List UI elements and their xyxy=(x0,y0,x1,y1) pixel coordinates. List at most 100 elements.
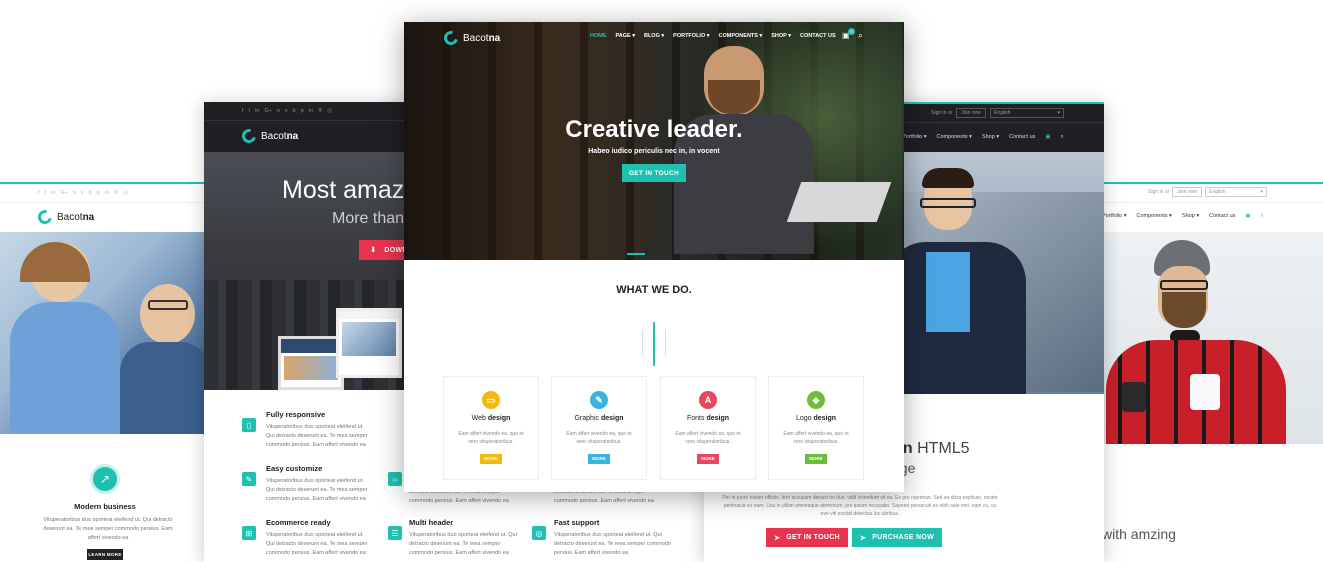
feature-title: Ecommerce ready xyxy=(266,518,331,527)
more-button[interactable]: MORE xyxy=(805,454,827,464)
search-icon[interactable]: ⌕ xyxy=(1061,134,1064,141)
join-now-button[interactable]: Join now xyxy=(1172,187,1202,197)
twitter-icon[interactable]: t xyxy=(45,190,47,196)
download-icon: ⬇ xyxy=(370,247,377,254)
nav-shop[interactable]: SHOP ▾ xyxy=(771,33,791,39)
sign-in-link[interactable]: Sign in or xyxy=(931,110,952,116)
facebook-icon[interactable]: f xyxy=(38,190,40,196)
section-divider xyxy=(642,322,666,366)
nav-portfolio[interactable]: PORTFOLIO ▾ xyxy=(673,33,709,39)
get-in-touch-button[interactable]: ➤ GET IN TOUCH xyxy=(766,528,848,547)
nav-contact[interactable]: Contact us xyxy=(1209,213,1235,220)
cart-icon[interactable]: ▣ xyxy=(1045,134,1050,141)
google-plus-icon[interactable]: G+ xyxy=(60,190,68,196)
slider-indicator[interactable] xyxy=(627,253,645,255)
feature-text: Vituperatoribus duo oporteat eleifend ut… xyxy=(554,532,671,556)
vimeo-icon[interactable]: v xyxy=(285,108,288,114)
get-in-touch-button[interactable]: GET IN TOUCH xyxy=(622,164,686,182)
nav-page[interactable]: PAGE ▾ xyxy=(616,33,635,39)
feature-text: Vituperatoribus duo oporteat eleifend ut… xyxy=(266,424,368,448)
pencil-icon: ✎ xyxy=(590,391,608,409)
mockup-devices xyxy=(278,304,408,390)
pinterest-icon[interactable]: p xyxy=(301,108,304,114)
nav-components[interactable]: Components ▾ xyxy=(1136,213,1171,220)
brand-logo[interactable]: Bacotna xyxy=(35,207,95,227)
modern-business-text: Vituperatoribus duo oporteat eleifend ut… xyxy=(43,517,173,541)
brand-logo-icon xyxy=(239,126,259,146)
twitter-icon[interactable]: t xyxy=(249,108,251,114)
service-text: Eam affert vivendo ea, quo et vero vitup… xyxy=(675,431,741,445)
service-text: Eam affert vivendo ea, quo et vero vitup… xyxy=(566,431,632,445)
vimeo-icon[interactable]: v xyxy=(81,190,84,196)
send-icon: ➤ xyxy=(774,534,781,542)
feature-item: ✎ Easy customize Vituperatoribus duo opo… xyxy=(242,464,372,504)
instagram-icon[interactable]: in xyxy=(309,108,313,114)
google-plus-icon[interactable]: G+ xyxy=(264,108,272,114)
center-page-preview: Bacotna HOME PAGE ▾ BLOG ▾ PORTFOLIO ▾ C… xyxy=(404,22,904,492)
join-now-button[interactable]: Join now xyxy=(956,108,986,118)
nav-components[interactable]: COMPONENTS ▾ xyxy=(719,33,763,39)
brand-logo[interactable]: Bacotna xyxy=(441,28,500,48)
brand-name-second: na xyxy=(82,211,95,223)
creative-leader-hero: Bacotna HOME PAGE ▾ BLOG ▾ PORTFOLIO ▾ C… xyxy=(404,22,904,260)
nav-portfolio[interactable]: Portfolio ▾ xyxy=(902,134,926,141)
behance-icon[interactable]: b xyxy=(293,108,296,114)
brand-name-first: Bacot xyxy=(463,32,489,44)
language-value: English xyxy=(994,110,1011,116)
right-page-preview: Sign in or Join now English ▾ Portfolio ▾… xyxy=(1086,182,1323,562)
nav-contact[interactable]: Contact us xyxy=(1009,134,1035,141)
nav-components[interactable]: Components ▾ xyxy=(936,134,971,141)
service-title-second: design xyxy=(600,415,624,422)
behance-icon[interactable]: b xyxy=(89,190,92,196)
nav-shop[interactable]: Shop ▾ xyxy=(982,134,999,141)
rss-icon[interactable]: ◎ xyxy=(123,190,128,196)
nav-blog[interactable]: BLOG ▾ xyxy=(644,33,664,39)
service-title-second: design xyxy=(706,415,729,422)
cart-icon[interactable]: ▣ 0 xyxy=(842,28,855,40)
brand-logo-icon xyxy=(35,207,55,227)
linkedin-icon[interactable]: in xyxy=(255,108,259,114)
support-icon: ◎ xyxy=(532,526,546,540)
learn-more-button[interactable]: LEARN MORE xyxy=(87,549,123,560)
mobile-icon: ▯ xyxy=(242,418,256,432)
sign-in-link[interactable]: Sign in or xyxy=(1148,189,1169,195)
language-select[interactable]: English ▾ xyxy=(990,108,1064,118)
language-select[interactable]: English ▾ xyxy=(1205,187,1267,197)
service-card-web: ▭ Web design Eam affert vivendo ea, quo … xyxy=(443,376,539,480)
brand-logo[interactable]: Bacotna xyxy=(239,126,298,146)
modern-business-icon: ↗ xyxy=(90,464,120,494)
nav-contact[interactable]: CONTACT US xyxy=(800,33,836,39)
linkedin-icon[interactable]: in xyxy=(51,190,55,196)
hero-title: Creative leader. xyxy=(565,116,743,143)
feature-text: Vituperatoribus duo oporteat eleifend ut… xyxy=(266,532,368,556)
rss-icon[interactable]: ◎ xyxy=(327,108,332,114)
service-title-first: Logo xyxy=(795,415,814,422)
service-card-graphic: ✎ Graphic design Eam affert vivendo ea, … xyxy=(551,376,647,480)
youtube-icon[interactable]: o xyxy=(277,108,280,114)
more-button[interactable]: MORE xyxy=(697,454,719,464)
more-button[interactable]: MORE xyxy=(480,454,502,464)
instagram-icon[interactable]: in xyxy=(105,190,109,196)
cart-count-badge: 0 xyxy=(848,28,855,35)
service-title: Graphic design xyxy=(552,415,646,422)
search-icon[interactable]: ⌕ xyxy=(858,30,863,41)
brand-logo-icon xyxy=(441,28,461,48)
more-button[interactable]: MORE xyxy=(588,454,610,464)
hero-bottom-text: with amzing xyxy=(1102,526,1176,542)
hero-subtitle: More than xyxy=(332,210,405,227)
search-icon[interactable]: ⌕ xyxy=(1261,213,1264,220)
youtube-icon[interactable]: o xyxy=(73,190,76,196)
nav-portfolio[interactable]: Portfolio ▾ xyxy=(1102,213,1126,220)
section-title: WHAT WE DO. xyxy=(616,284,692,296)
dribbble-icon[interactable]: ® xyxy=(114,190,118,196)
brand-name-first: Bacot xyxy=(57,211,83,223)
purchase-now-button[interactable]: ➤ PURCHASE NOW xyxy=(852,528,942,547)
pinterest-icon[interactable]: p xyxy=(97,190,100,196)
nav-shop[interactable]: Shop ▾ xyxy=(1182,213,1199,220)
dribbble-icon[interactable]: ® xyxy=(318,108,322,114)
nav-home[interactable]: HOME xyxy=(590,33,607,39)
body-text: Per in purto noster officiis, ferri accu… xyxy=(722,495,998,517)
cart-icon[interactable]: ▣ xyxy=(1245,213,1250,220)
facebook-icon[interactable]: f xyxy=(242,108,244,114)
header-icon: ☰ xyxy=(388,526,402,540)
